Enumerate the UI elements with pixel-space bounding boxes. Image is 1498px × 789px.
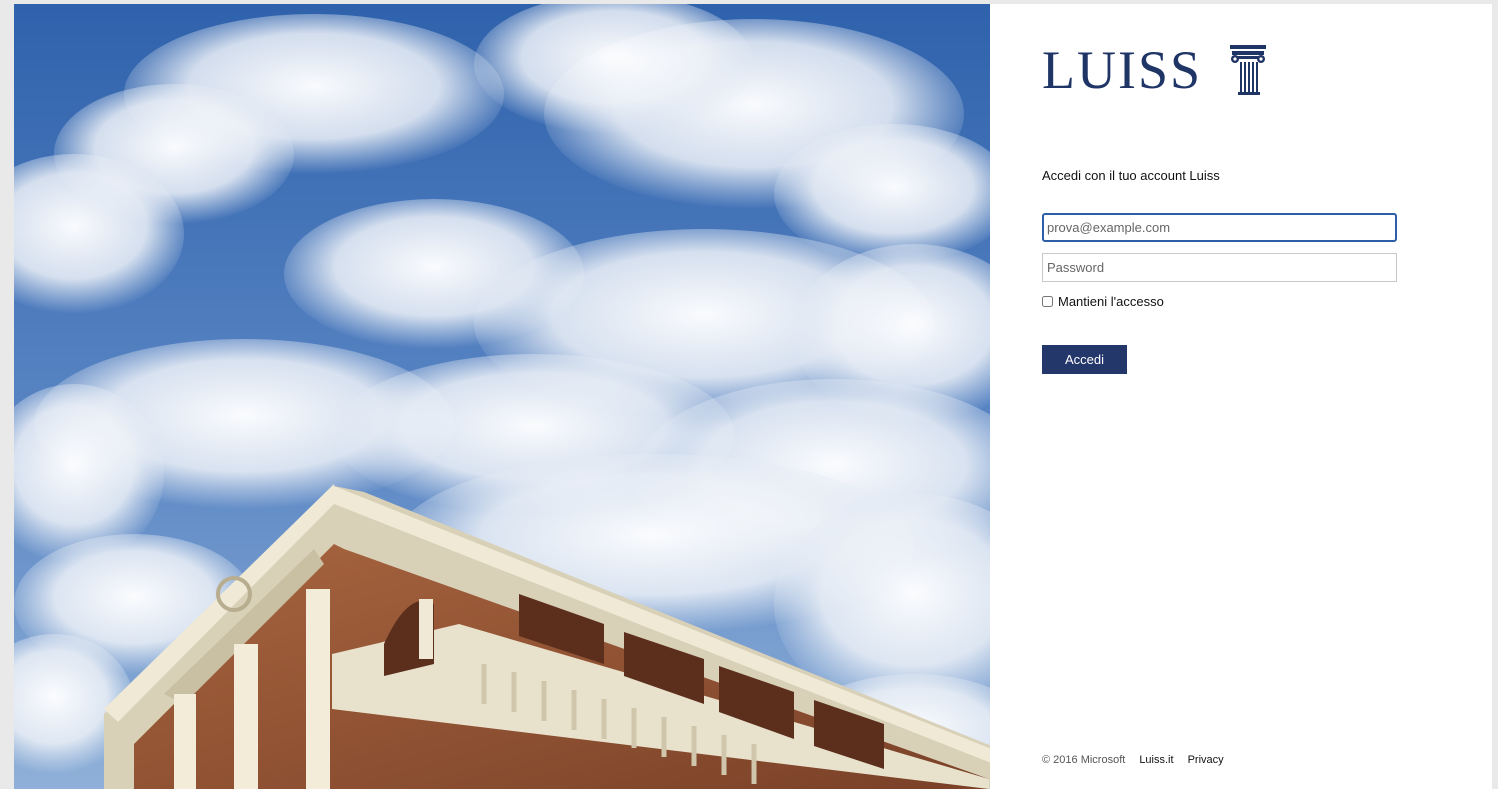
hero-illustration — [14, 4, 990, 789]
signin-button[interactable]: Accedi — [1042, 345, 1127, 374]
email-field[interactable] — [1042, 213, 1397, 242]
footer-link-luiss[interactable]: Luiss.it — [1139, 754, 1173, 766]
campus-building-illustration — [14, 4, 990, 789]
logo-wordmark: LUISS — [1042, 40, 1203, 100]
footer-link-privacy[interactable]: Privacy — [1188, 754, 1224, 766]
remember-label: Mantieni l'accesso — [1058, 294, 1164, 309]
browser-viewport: LUISS Accedi con il tuo account Luiss pr… — [14, 4, 1492, 789]
remember-me[interactable]: Mantieni l'accesso — [1042, 294, 1164, 309]
remember-checkbox[interactable] — [1042, 296, 1053, 307]
column-icon — [1230, 45, 1267, 95]
copyright-text: © 2016 Microsoft — [1042, 754, 1126, 766]
password-field[interactable] — [1042, 253, 1397, 282]
footer: © 2016 Microsoft Luiss.it Privacy — [1042, 754, 1238, 766]
login-panel: LUISS Accedi con il tuo account Luiss pr… — [990, 4, 1492, 789]
brand-logo: LUISS — [1042, 40, 1267, 100]
login-heading: Accedi con il tuo account Luiss — [1042, 168, 1220, 183]
